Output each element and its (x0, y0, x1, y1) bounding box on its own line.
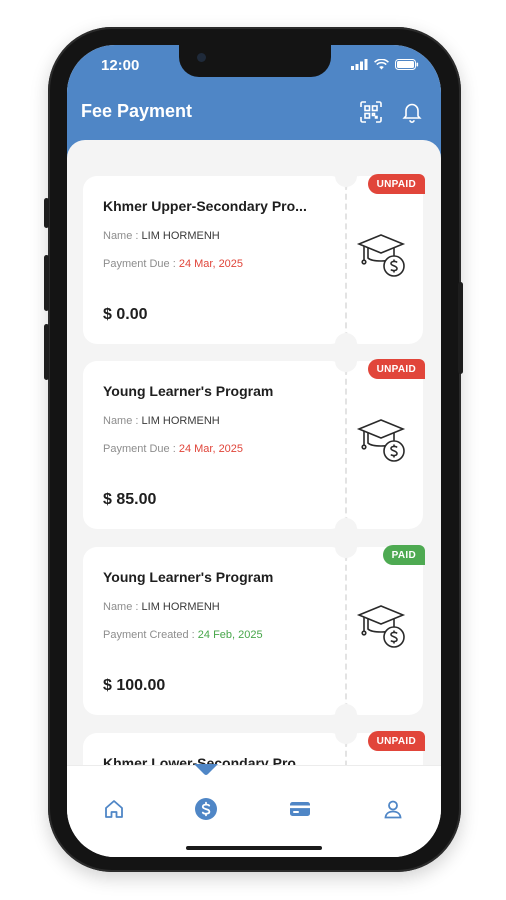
nav-payment[interactable] (191, 794, 221, 824)
home-indicator (186, 846, 322, 850)
side-button-volume-up (44, 255, 49, 311)
bottom-nav (67, 764, 441, 857)
battery-icon (395, 59, 419, 70)
signal-icon (351, 59, 368, 70)
nav-cards[interactable] (285, 794, 315, 824)
qr-scan-icon[interactable] (358, 99, 384, 125)
student-name: LIM HORMENH (141, 415, 220, 427)
fee-card-stub (345, 361, 423, 529)
fee-card[interactable]: Khmer Lower-Secondary Pro... UNPAID (83, 722, 425, 765)
amount: $ 100.00 (103, 677, 166, 694)
date-label: Payment Due : (103, 258, 176, 270)
student-name: LIM HORMENH (141, 230, 220, 242)
side-button-volume-down (44, 324, 49, 380)
ticket-notch (335, 165, 357, 187)
payment-date: 24 Mar, 2025 (178, 258, 244, 270)
fee-card[interactable]: Young Learner's Program Name : LIM HORME… (83, 350, 425, 540)
amount: $ 85.00 (103, 491, 157, 508)
graduation-cap-dollar-icon (356, 234, 406, 277)
date-label: Payment Created : (103, 629, 195, 641)
payment-date: 24 Feb, 2025 (197, 629, 263, 641)
payment-date-line: Payment Due : 24 Mar, 2025 (103, 443, 243, 455)
status-badge: UNPAID (367, 174, 425, 194)
phone-screen: 12:00 Fee Payment Khmer Upper-Secondary … (67, 45, 441, 857)
wifi-icon (374, 59, 389, 70)
fee-card-body: Young Learner's Program Name : LIM HORME… (83, 361, 345, 529)
status-badge: UNPAID (367, 359, 425, 379)
nav-profile[interactable] (378, 794, 408, 824)
fee-card-body: Young Learner's Program Name : LIM HORME… (83, 547, 345, 715)
fee-card-stub (345, 547, 423, 715)
notch (179, 45, 331, 77)
bell-icon[interactable] (399, 99, 425, 125)
home-icon (105, 800, 123, 818)
camera (197, 53, 206, 62)
program-title: Young Learner's Program (103, 383, 274, 399)
fee-card-stub (345, 176, 423, 344)
student-name-line: Name : LIM HORMENH (103, 415, 220, 427)
side-button-power (458, 282, 463, 374)
amount: $ 0.00 (103, 306, 148, 323)
ticket-notch (335, 536, 357, 558)
active-indicator (194, 764, 218, 775)
status-badge: UNPAID (367, 731, 425, 751)
status-time: 12:00 (101, 57, 140, 74)
name-label: Name : (103, 601, 139, 613)
program-title: Young Learner's Program (103, 569, 274, 585)
page-title: Fee Payment (81, 101, 193, 121)
date-label: Payment Due : (103, 443, 176, 455)
profile-icon (384, 800, 402, 819)
ticket-notch (335, 350, 357, 372)
payment-date: 24 Mar, 2025 (178, 443, 244, 455)
payment-date-line: Payment Due : 24 Mar, 2025 (103, 258, 243, 270)
nav-home[interactable] (99, 794, 129, 824)
side-button-mute (44, 198, 49, 228)
graduation-cap-dollar-icon (356, 605, 406, 648)
fee-card[interactable]: Young Learner's Program Name : LIM HORME… (83, 536, 425, 726)
name-label: Name : (103, 230, 139, 242)
payment-date-line: Payment Created : 24 Feb, 2025 (103, 629, 263, 641)
status-icons (351, 59, 419, 70)
status-badge: PAID (382, 545, 425, 565)
name-label: Name : (103, 415, 139, 427)
card-icon (290, 802, 310, 816)
fee-card[interactable]: Khmer Upper-Secondary Pro... Name : LIM … (83, 165, 425, 355)
ticket-notch (335, 722, 357, 744)
fee-card-body: Khmer Upper-Secondary Pro... Name : LIM … (83, 176, 345, 344)
program-title: Khmer Upper-Secondary Pro... (103, 198, 307, 214)
fee-card-body: Khmer Lower-Secondary Pro... (83, 733, 345, 765)
student-name: LIM HORMENH (141, 601, 220, 613)
student-name-line: Name : LIM HORMENH (103, 601, 220, 613)
graduation-cap-dollar-icon (356, 419, 406, 462)
fee-list[interactable]: Khmer Upper-Secondary Pro... Name : LIM … (67, 140, 441, 765)
dollar-coin-icon (195, 798, 217, 820)
student-name-line: Name : LIM HORMENH (103, 230, 220, 242)
